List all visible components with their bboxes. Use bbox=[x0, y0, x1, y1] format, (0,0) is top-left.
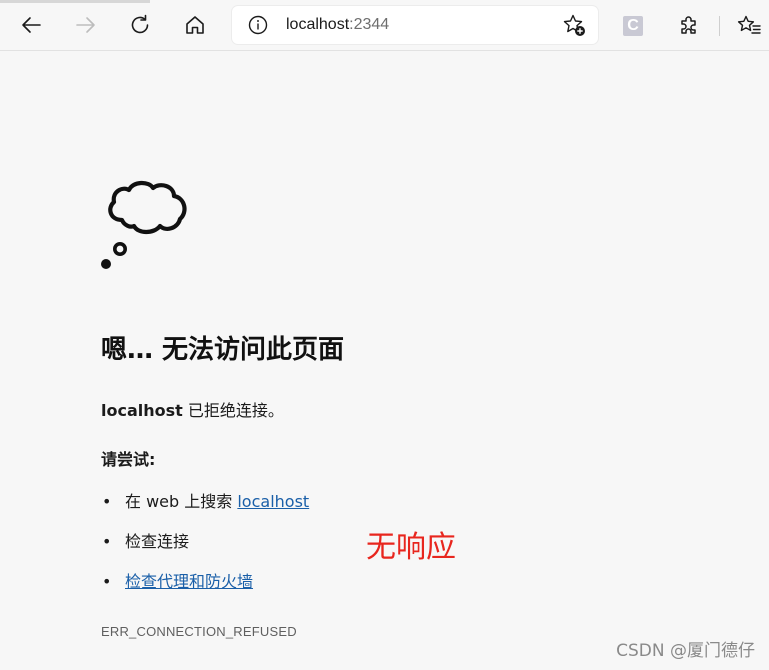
bullet: • bbox=[102, 532, 112, 551]
refresh-button[interactable] bbox=[124, 9, 156, 41]
watermark: CSDN @厦门德仔 bbox=[616, 641, 755, 661]
bullet: • bbox=[102, 572, 112, 591]
annotation-label: 无响应 bbox=[366, 530, 456, 565]
check-connection-text: 检查连接 bbox=[125, 532, 190, 551]
url-text[interactable]: localhost:2344 bbox=[286, 15, 389, 35]
toolbar-divider bbox=[719, 16, 720, 36]
bullet: • bbox=[102, 492, 112, 511]
error-code: ERR_CONNECTION_REFUSED bbox=[101, 624, 297, 639]
favorites-list-icon bbox=[737, 15, 761, 34]
tab-strip-edge bbox=[0, 0, 150, 3]
search-web-link[interactable]: localhost bbox=[237, 492, 309, 511]
search-suggestion-prefix: 在 web 上搜索 bbox=[125, 492, 238, 511]
arrow-right-icon bbox=[76, 17, 95, 33]
info-icon[interactable] bbox=[248, 15, 268, 35]
list-item: • 检查连接 bbox=[101, 531, 309, 571]
url-host: localhost bbox=[286, 16, 350, 33]
error-description: localhost 已拒绝连接。 bbox=[101, 400, 284, 422]
check-proxy-firewall-link[interactable]: 检查代理和防火墙 bbox=[125, 572, 253, 591]
home-button[interactable] bbox=[179, 9, 211, 41]
suggestion-list: • 在 web 上搜索 localhost • 检查连接 • 检查代理和防火墙 bbox=[101, 491, 309, 611]
address-bar[interactable]: localhost:2344 bbox=[232, 6, 598, 44]
refresh-icon bbox=[131, 14, 149, 34]
error-title: 嗯… 无法访问此页面 bbox=[101, 335, 345, 365]
arrow-left-icon bbox=[22, 17, 41, 33]
star-plus-icon[interactable] bbox=[562, 13, 586, 37]
error-page: 嗯… 无法访问此页面 localhost 已拒绝连接。 请尝试: • 在 web… bbox=[0, 51, 769, 670]
forward-button[interactable] bbox=[70, 9, 102, 41]
extensions-button[interactable] bbox=[673, 9, 705, 41]
extension-c-icon[interactable]: C bbox=[623, 16, 643, 36]
puzzle-icon bbox=[681, 16, 696, 34]
url-port: :2344 bbox=[349, 16, 390, 33]
back-button[interactable] bbox=[15, 9, 47, 41]
error-message: 已拒绝连接。 bbox=[182, 401, 284, 420]
list-item: • 检查代理和防火墙 bbox=[101, 571, 309, 611]
try-heading: 请尝试: bbox=[101, 450, 156, 469]
home-icon bbox=[186, 16, 204, 34]
favorites-button[interactable] bbox=[733, 9, 765, 41]
browser-window: localhost:2344 C 嗯… 无法访问此页面 localhost 已拒… bbox=[0, 0, 769, 670]
thought-cloud-icon bbox=[101, 180, 187, 269]
error-host: localhost bbox=[101, 401, 183, 420]
browser-toolbar: localhost:2344 C bbox=[0, 0, 769, 51]
list-item: • 在 web 上搜索 localhost bbox=[101, 491, 309, 531]
